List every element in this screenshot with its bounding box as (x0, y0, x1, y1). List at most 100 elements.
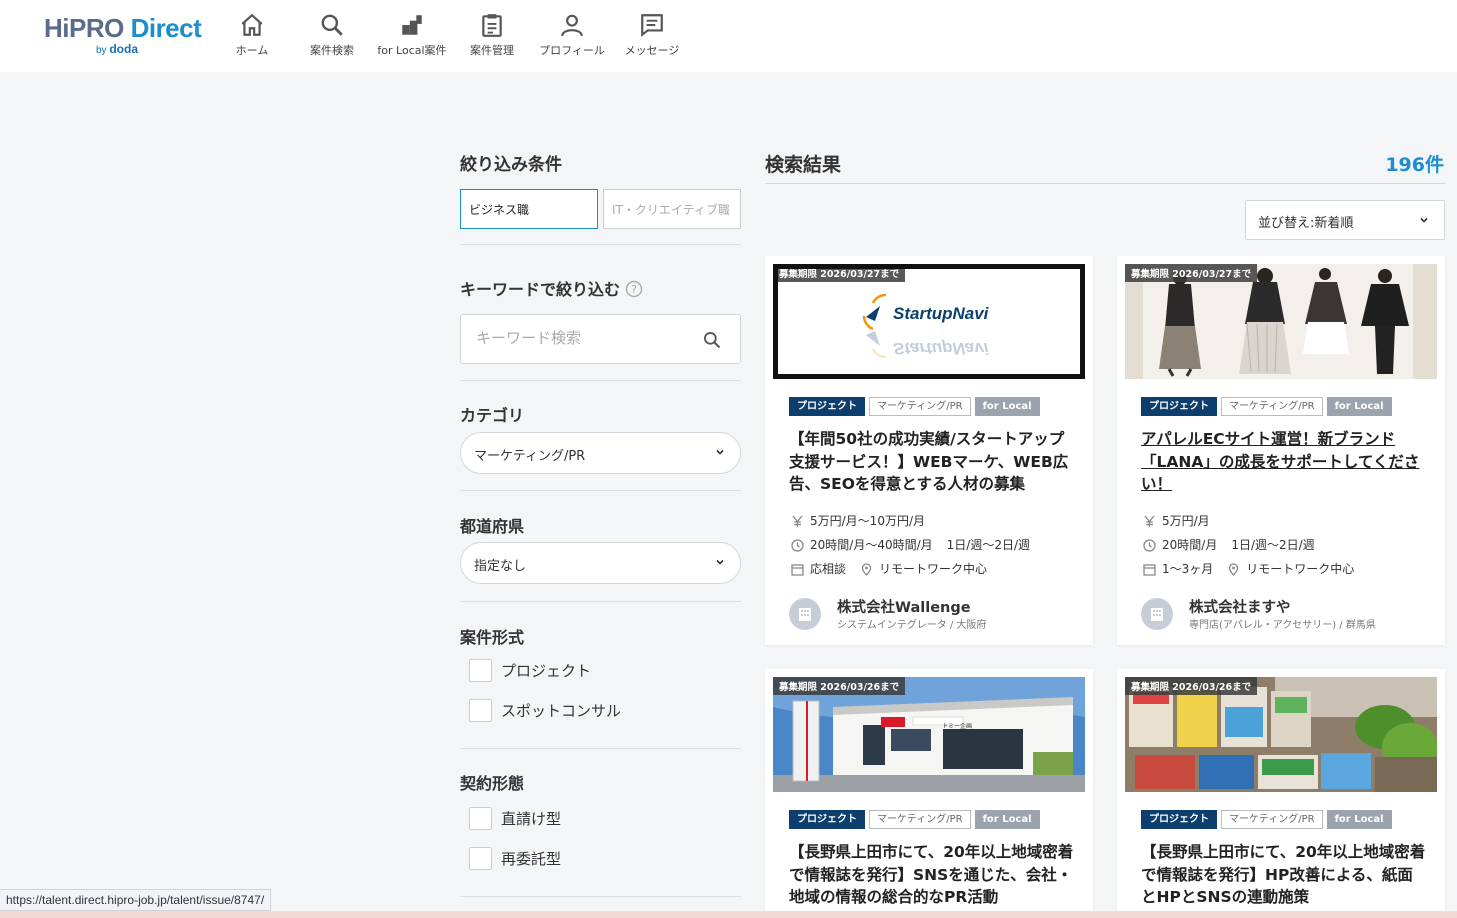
divider (765, 183, 1445, 184)
yen-icon (1144, 515, 1155, 527)
profile-icon (561, 14, 583, 37)
contract-title: 契約形態 (460, 774, 525, 793)
tag-local: for Local (1326, 397, 1392, 416)
logo-hipro: HiPRO (44, 13, 124, 43)
company-name: 株式会社Wallenge (837, 600, 971, 616)
period-row: 応相談 リモートワーク中心 (791, 560, 987, 576)
search-icon[interactable] (702, 330, 722, 350)
job-card[interactable]: 募集期限 2026/03/26まで プロジェクト マーケティング/PR for Lo… (1117, 669, 1445, 918)
calendar-icon (791, 564, 804, 576)
hours-value: 20時間/月 (1162, 538, 1218, 552)
filter-title: 絞り込み条件 (460, 155, 562, 175)
nav-profile-label: プロフィール (539, 44, 605, 57)
tag-list: プロジェクト マーケティング/PR for Local (1141, 397, 1396, 417)
results-count: 196件 (1385, 154, 1444, 176)
nav-home[interactable]: ホーム (212, 12, 292, 64)
days-value: 1日/週～2日/週 (946, 538, 1030, 552)
prefecture-select[interactable]: 指定なし (460, 542, 741, 584)
clock-icon (791, 539, 804, 552)
checkbox[interactable] (469, 847, 492, 870)
bottom-bar (0, 911, 1457, 918)
tag-local: for Local (974, 810, 1040, 829)
pay-row: 5万円/月 (1143, 512, 1210, 528)
checkbox-label: プロジェクト (501, 662, 592, 680)
image-brand-text: StartupNavi (893, 304, 989, 323)
tag-project: プロジェクト (789, 397, 865, 416)
job-title[interactable]: アパレルECサイト運営！新ブランド「LANA」の成長をサポートしてください！ (1141, 428, 1426, 496)
hours-row: 20時間/月～40時間/月 1日/週～2日/週 (791, 536, 1030, 552)
image-brand-reflection: StartupNavi (893, 339, 989, 358)
image-sign-text: トミー企画 (942, 723, 973, 730)
building-icon (1141, 598, 1173, 630)
job-title[interactable]: 【年間50社の成功実績/スタートアップ支援サービス！】WEBマーケ、WEB広告、… (789, 428, 1074, 496)
location-pin-icon (1229, 563, 1239, 576)
results-title: 検索結果 (765, 154, 842, 176)
chevron-down-icon (1420, 217, 1428, 223)
tag-local: for Local (1326, 810, 1392, 829)
checkbox[interactable] (469, 659, 492, 682)
divider (460, 490, 741, 491)
job-card[interactable]: 募集期限 2026/03/27まで StartupNavi StartupNav… (765, 256, 1093, 645)
job-title[interactable]: 【長野県上田市にて、20年以上地域密着で情報誌を発行】HP改善による、紙面とHP… (1141, 841, 1426, 909)
nav-search[interactable]: 案件検索 (292, 12, 372, 64)
company-sub: 専門店(アパレル・アクセサリー) / 群馬県 (1189, 620, 1376, 631)
category-value: マーケティング/PR (474, 449, 586, 464)
pay-value: 5万円/月 (1162, 514, 1210, 528)
home-icon (241, 13, 263, 36)
tag-local: for Local (974, 397, 1040, 416)
prefecture-value: 指定なし (474, 559, 527, 574)
nav-manage-label: 案件管理 (470, 44, 514, 57)
deadline-badge: 募集期限 2026/03/27まで (778, 269, 906, 282)
job-card[interactable]: 募集期限 2026/03/27まで プロジェクト マーケティング/PR for Lo… (1117, 256, 1445, 645)
checkbox[interactable] (469, 699, 492, 722)
logo-doda: doda (109, 42, 139, 56)
divider (460, 748, 741, 749)
period-value: 応相談 (810, 562, 847, 576)
help-icon[interactable]: ? (625, 280, 643, 298)
nav-message[interactable]: メッセージ (612, 12, 692, 64)
job-image: 募集期限 2026/03/27まで StartupNavi StartupNav… (773, 264, 1085, 379)
job-image: 募集期限 2026/03/26まで (1125, 677, 1437, 792)
company-sub: システムインテグレータ / 大阪府 (837, 620, 987, 631)
chevron-down-icon (716, 449, 724, 455)
divider (460, 896, 741, 897)
status-url-bar: https://talent.direct.hipro-job.jp/talen… (0, 889, 272, 911)
sort-value: 並び替え:新着順 (1258, 216, 1354, 231)
tab-it-creative[interactable]: IT・クリエイティブ職 (603, 189, 741, 229)
job-title[interactable]: 【長野県上田市にて、20年以上地域密着で情報誌を発行】SNSを通じた、会社・地域… (789, 841, 1074, 909)
tag-list: プロジェクト マーケティング/PR for Local (1141, 810, 1396, 830)
deadline-badge: 募集期限 2026/03/27まで (1125, 264, 1258, 282)
nav-manage[interactable]: 案件管理 (452, 12, 532, 64)
top-header: HiPRO Direct by doda ホーム 案件検索 for Local案… (0, 0, 1457, 72)
deadline-badge: 募集期限 2026/03/26まで (773, 677, 906, 695)
nav-profile[interactable]: プロフィール (532, 12, 612, 64)
keyword-search-input[interactable] (476, 329, 696, 347)
logo-by: by (96, 45, 107, 56)
divider (460, 244, 741, 245)
keyword-search-box[interactable] (460, 314, 741, 364)
format-title: 案件形式 (460, 628, 525, 647)
tag-project: プロジェクト (1141, 810, 1217, 829)
hipro-direct-logo[interactable]: HiPRO Direct by doda (44, 14, 204, 60)
tag-project: プロジェクト (1141, 397, 1217, 416)
period-row: 1～3ヶ月 リモートワーク中心 (1143, 560, 1354, 576)
category-select[interactable]: マーケティング/PR (460, 432, 741, 474)
deadline-badge: 募集期限 2026/03/26まで (1125, 677, 1258, 695)
chevron-down-icon (716, 559, 724, 565)
yen-icon (792, 515, 803, 527)
checkbox[interactable] (469, 807, 492, 830)
nav-message-label: メッセージ (624, 44, 680, 57)
prefecture-title: 都道府県 (460, 517, 525, 536)
tag-category: マーケティング/PR (1221, 397, 1323, 416)
nav-local[interactable]: for Local案件 (372, 12, 452, 64)
clipboard-icon (482, 14, 502, 37)
building-icon (789, 598, 821, 630)
location-value: リモートワーク中心 (1246, 562, 1355, 576)
tag-list: プロジェクト マーケティング/PR for Local (789, 810, 1044, 830)
calendar-icon (1143, 564, 1156, 576)
job-card[interactable]: 募集期限 2026/03/26まで トミー企画 プロジェクト マーケティング/PR… (765, 669, 1093, 918)
tag-category: マーケティング/PR (869, 810, 971, 829)
sort-select[interactable]: 並び替え:新着順 (1245, 200, 1445, 240)
tab-business[interactable]: ビジネス職 (460, 189, 598, 229)
category-title: カテゴリ (460, 406, 525, 425)
